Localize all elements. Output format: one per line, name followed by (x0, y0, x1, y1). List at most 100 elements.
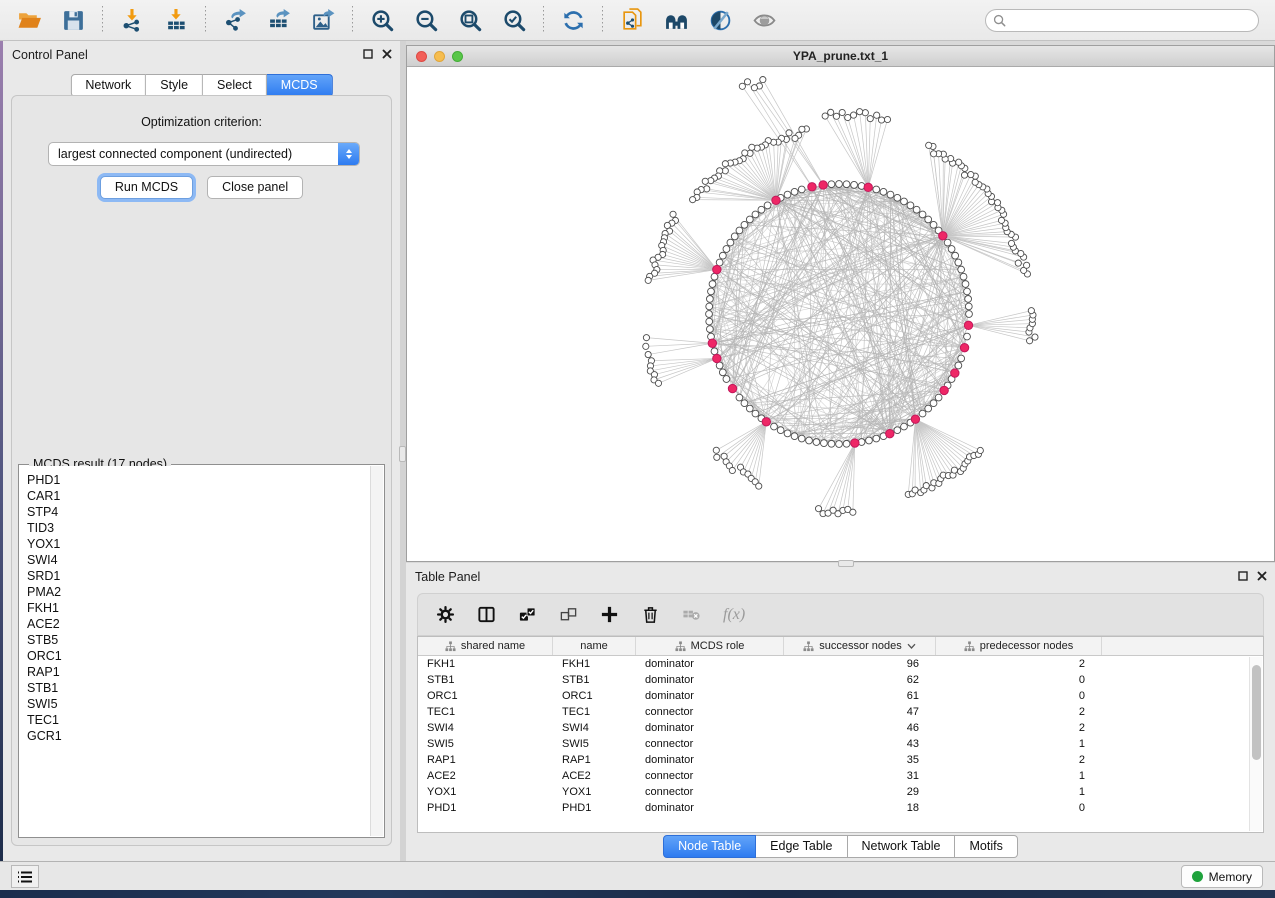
mcds-result-node[interactable]: YOX1 (27, 536, 369, 552)
show-graphics-button[interactable] (749, 5, 779, 35)
table-row[interactable]: ORC1ORC1dominator610 (418, 688, 1263, 704)
mcds-result-node[interactable]: STP4 (27, 504, 369, 520)
cell-predecessor-nodes: 0 (936, 800, 1102, 816)
mcds-result-node[interactable]: SRD1 (27, 568, 369, 584)
table-scrollbar-thumb[interactable] (1252, 665, 1261, 760)
toolbar-separator (543, 6, 544, 34)
table-row[interactable]: SWI4SWI4dominator462 (418, 720, 1263, 736)
mcds-result-node[interactable]: ACE2 (27, 616, 369, 632)
deselect-all-button[interactable] (559, 605, 578, 624)
mcds-result-node[interactable]: STB1 (27, 680, 369, 696)
mcds-result-node[interactable]: PMA2 (27, 584, 369, 600)
mcds-result-node[interactable]: PHD1 (27, 472, 369, 488)
cell-name: TEC1 (553, 704, 636, 720)
duplicate-network-button[interactable] (617, 5, 647, 35)
network-collection-icon (803, 641, 814, 652)
cell-name: YOX1 (553, 784, 636, 800)
mcds-result-node[interactable]: RAP1 (27, 664, 369, 680)
binoculars-button[interactable] (661, 5, 691, 35)
network-canvas[interactable] (407, 67, 1274, 561)
mcds-result-node[interactable]: STB5 (27, 632, 369, 648)
column-header-name[interactable]: name (553, 637, 636, 655)
cell-shared-name: ACE2 (418, 768, 553, 784)
column-header-successor-nodes[interactable]: successor nodes (784, 637, 936, 655)
refresh-button[interactable] (558, 5, 588, 35)
mcds-result-node[interactable]: CAR1 (27, 488, 369, 504)
mcds-result-node[interactable]: TID3 (27, 520, 369, 536)
zoom-fit-button[interactable] (455, 5, 485, 35)
column-header-shared-name[interactable]: shared name (418, 637, 553, 655)
task-history-button[interactable] (11, 865, 39, 888)
maximize-window-icon[interactable] (452, 51, 463, 62)
delete-column-button[interactable] (641, 605, 660, 624)
table-row[interactable]: FKH1FKH1dominator962 (418, 656, 1263, 672)
mcds-result-node[interactable]: FKH1 (27, 600, 369, 616)
table-row[interactable]: TEC1TEC1connector472 (418, 704, 1263, 720)
mcds-result-list[interactable]: PHD1CAR1STP4TID3YOX1SWI4SRD1PMA2FKH1ACE2… (20, 466, 369, 836)
optimization-criterion-select[interactable]: largest connected component (undirected) (48, 142, 360, 166)
table-row[interactable]: RAP1RAP1dominator352 (418, 752, 1263, 768)
tab-style[interactable]: Style (146, 74, 203, 97)
close-panel-icon[interactable] (382, 49, 392, 59)
tab-select[interactable]: Select (203, 74, 267, 97)
network-window-titlebar[interactable]: YPA_prune.txt_1 (407, 46, 1274, 67)
table-scrollbar[interactable] (1249, 657, 1262, 831)
mcds-result-node[interactable]: GCR1 (27, 728, 369, 744)
table-row[interactable]: STB1STB1dominator620 (418, 672, 1263, 688)
node-table[interactable]: shared namenameMCDS rolesuccessor nodesp… (417, 636, 1264, 833)
memory-button[interactable]: Memory (1181, 865, 1263, 888)
close-window-icon[interactable] (416, 51, 427, 62)
search-input[interactable] (1006, 11, 1258, 29)
select-all-button[interactable] (518, 605, 537, 624)
network-graph[interactable] (407, 67, 1274, 561)
tab-motifs[interactable]: Motifs (955, 835, 1017, 858)
cell-shared-name: RAP1 (418, 752, 553, 768)
plus-icon (600, 605, 619, 624)
tab-node-table[interactable]: Node Table (663, 835, 756, 858)
hide-graphics-button[interactable] (705, 5, 735, 35)
create-column-button[interactable] (600, 605, 619, 624)
mcds-result-node[interactable]: SWI4 (27, 552, 369, 568)
table-row[interactable]: PHD1PHD1dominator180 (418, 800, 1263, 816)
column-header-mcds-role[interactable]: MCDS role (636, 637, 784, 655)
column-header-predecessor-nodes[interactable]: predecessor nodes (936, 637, 1102, 655)
network-collection-icon (445, 641, 456, 652)
splitter-grip[interactable] (399, 446, 406, 462)
table-row[interactable]: YOX1YOX1connector291 (418, 784, 1263, 800)
search-box[interactable] (985, 9, 1259, 32)
export-network-button[interactable] (220, 5, 250, 35)
save-button[interactable] (58, 5, 88, 35)
import-table-button[interactable] (161, 5, 191, 35)
mcds-result-node[interactable]: ORC1 (27, 648, 369, 664)
network-collection-icon (964, 641, 975, 652)
zoom-selected-button[interactable] (499, 5, 529, 35)
float-panel-icon[interactable] (1238, 571, 1248, 581)
tab-network[interactable]: Network (70, 74, 146, 97)
cell-successor-nodes: 29 (784, 784, 936, 800)
mcds-result-scrollbar[interactable] (370, 466, 383, 836)
run-mcds-button[interactable]: Run MCDS (100, 176, 193, 199)
close-panel-icon[interactable] (1257, 571, 1267, 581)
export-table-button[interactable] (264, 5, 294, 35)
tab-mcds[interactable]: MCDS (267, 74, 333, 97)
table-options-button[interactable] (436, 605, 455, 624)
cell-predecessor-nodes: 2 (936, 704, 1102, 720)
minimize-window-icon[interactable] (434, 51, 445, 62)
tab-edge-table[interactable]: Edge Table (756, 835, 847, 858)
import-network-button[interactable] (117, 5, 147, 35)
export-image-button[interactable] (308, 5, 338, 35)
function-builder-button[interactable]: f(x) (723, 606, 745, 624)
mcds-result-node[interactable]: TEC1 (27, 712, 369, 728)
close-panel-button[interactable]: Close panel (207, 176, 303, 199)
table-row[interactable]: SWI5SWI5connector431 (418, 736, 1263, 752)
zoom-in-button[interactable] (367, 5, 397, 35)
tab-network-table[interactable]: Network Table (848, 835, 956, 858)
delete-table-button[interactable] (682, 605, 701, 624)
show-columns-button[interactable] (477, 605, 496, 624)
zoom-out-button[interactable] (411, 5, 441, 35)
float-panel-icon[interactable] (363, 49, 373, 59)
control-panel-titlebar: Control Panel (3, 41, 400, 67)
mcds-result-node[interactable]: SWI5 (27, 696, 369, 712)
open-file-button[interactable] (14, 5, 44, 35)
table-row[interactable]: ACE2ACE2connector311 (418, 768, 1263, 784)
